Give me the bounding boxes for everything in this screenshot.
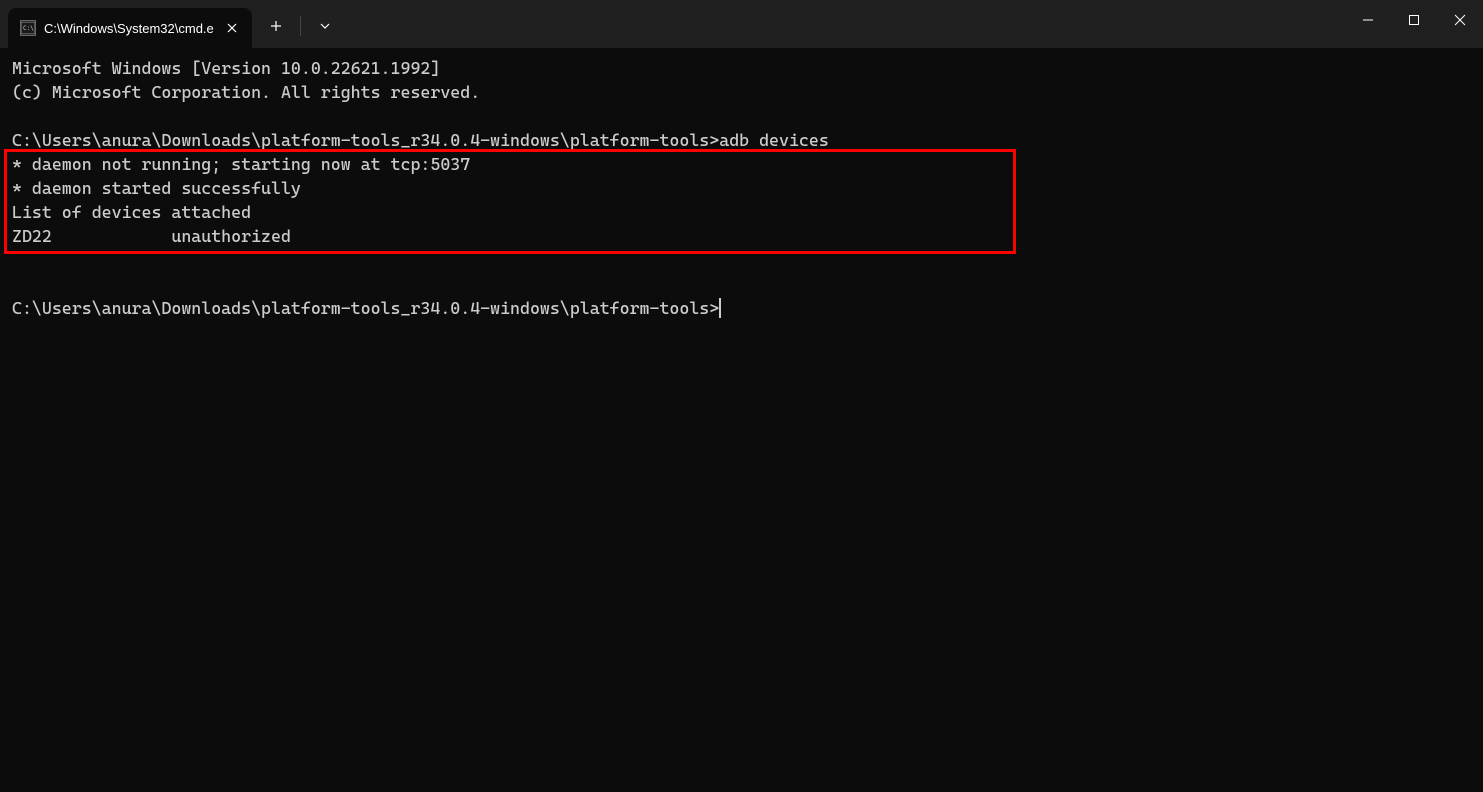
device-status: unauthorized (171, 226, 291, 246)
titlebar: C:\ C:\Windows\System32\cmd.e (0, 0, 1483, 48)
close-button[interactable] (1437, 0, 1483, 40)
terminal-command: adb devices (719, 130, 829, 150)
terminal-line: (c) Microsoft Corporation. All rights re… (12, 82, 480, 102)
tab-dropdown-button[interactable] (309, 10, 341, 42)
terminal-prompt: C:\Users\anura\Downloads\platform-tools_… (12, 130, 719, 150)
terminal-prompt: C:\Users\anura\Downloads\platform-tools_… (12, 298, 719, 318)
tab-close-button[interactable] (222, 18, 242, 38)
device-id-redacted: XXXXXX (52, 224, 112, 248)
terminal-line: Microsoft Windows [Version 10.0.22621.19… (12, 58, 440, 78)
tab-active[interactable]: C:\ C:\Windows\System32\cmd.e (8, 8, 252, 48)
device-id-prefix: ZD22 (12, 226, 52, 246)
titlebar-left: C:\ C:\Windows\System32\cmd.e (0, 0, 341, 48)
terminal-output: * daemon not running; starting now at tc… (12, 154, 470, 174)
tab-title: C:\Windows\System32\cmd.e (44, 21, 214, 36)
svg-text:C:\: C:\ (23, 25, 34, 32)
terminal-output: * daemon started successfully (12, 178, 301, 198)
tab-divider (300, 16, 301, 36)
minimize-button[interactable] (1345, 0, 1391, 40)
cursor (719, 298, 721, 318)
tab-actions (260, 10, 341, 42)
new-tab-button[interactable] (260, 10, 292, 42)
terminal-content[interactable]: Microsoft Windows [Version 10.0.22621.19… (0, 48, 1483, 352)
maximize-button[interactable] (1391, 0, 1437, 40)
cmd-icon: C:\ (20, 20, 36, 36)
window-controls (1345, 0, 1483, 48)
terminal-output: List of devices attached (12, 202, 251, 222)
